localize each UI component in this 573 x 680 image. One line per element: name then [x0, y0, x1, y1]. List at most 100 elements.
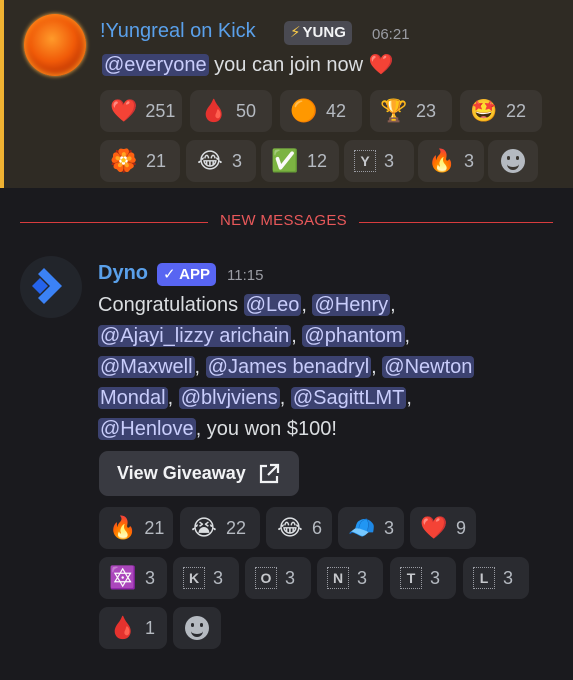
letter-t-icon: T — [400, 567, 422, 589]
reaction[interactable]: Y3 — [344, 140, 414, 182]
add-reaction-button[interactable] — [173, 607, 221, 649]
mention[interactable]: @Henlove — [98, 418, 196, 440]
orange-circle-icon: 🟠 — [290, 98, 318, 123]
mention[interactable]: @Maxwell — [98, 356, 195, 378]
reaction-count: 22 — [506, 100, 527, 121]
reaction-count: 251 — [145, 100, 176, 121]
server-tag[interactable]: ⚡ YUNG — [284, 21, 352, 45]
reaction[interactable]: T3 — [390, 557, 456, 599]
crying-face-icon: 😭 — [191, 515, 217, 540]
trophy-icon: 🏆 — [380, 98, 408, 123]
reaction-count: 3 — [383, 517, 394, 538]
separator: , — [194, 356, 206, 378]
reaction-count: 22 — [226, 517, 247, 538]
mention[interactable]: @James benadryl — [205, 356, 372, 378]
check-mark-icon: ✅ — [271, 148, 299, 173]
mention[interactable]: @Ajayi_lizzy arichain — [98, 325, 292, 347]
mention[interactable]: @Henry — [312, 294, 391, 316]
reaction-count: 3 — [145, 567, 156, 588]
reaction[interactable]: 🔥 3 — [418, 140, 484, 182]
add-reaction-button[interactable] — [488, 140, 538, 182]
separator: , — [406, 387, 412, 409]
mention[interactable]: @blvjviens — [178, 387, 280, 409]
separator: , — [291, 325, 303, 347]
starstruck-face-icon: 🤩 — [470, 98, 498, 123]
message-content: @everyone you can join now ❤️ — [102, 52, 394, 77]
mention[interactable]: @everyone — [102, 54, 209, 76]
reaction[interactable]: 😂 6 — [266, 507, 332, 549]
reaction[interactable]: 🩸 1 — [99, 607, 167, 649]
mention[interactable]: @phantom — [302, 325, 405, 347]
reaction-count: 42 — [326, 100, 347, 121]
reaction-count: 21 — [144, 517, 165, 538]
reaction[interactable]: 🩸 50 — [190, 90, 272, 132]
reaction[interactable]: 🏆 23 — [370, 90, 452, 132]
orange-badge-icon: 🏵️ — [110, 148, 138, 173]
reaction-count: 3 — [503, 567, 514, 588]
reaction-count: 23 — [416, 100, 437, 121]
heart-icon: ❤️ — [420, 515, 448, 540]
mention[interactable]: Mondal — [98, 387, 168, 409]
view-giveaway-button[interactable]: View Giveaway — [99, 451, 299, 496]
app-tag: ✓ APP — [157, 263, 217, 286]
laughing-face-icon: 😂 — [197, 148, 223, 173]
separator: , — [301, 294, 313, 316]
author-name[interactable]: !Yungreal on Kick — [100, 20, 256, 43]
heart-icon: ❤️ — [368, 54, 394, 76]
reaction[interactable]: L3 — [463, 557, 529, 599]
reaction[interactable]: 😭 22 — [180, 507, 260, 549]
external-link-icon — [259, 463, 279, 483]
separator: , — [167, 387, 179, 409]
reaction-count: 6 — [311, 517, 322, 538]
reaction-count: 3 — [285, 567, 296, 588]
reaction[interactable]: ✅ 12 — [261, 140, 339, 182]
avatar[interactable] — [24, 14, 86, 76]
reaction[interactable]: K3 — [173, 557, 239, 599]
reaction[interactable]: 🤩 22 — [460, 90, 542, 132]
timestamp: 11:15 — [227, 267, 264, 284]
separator: , — [404, 325, 411, 347]
reaction-count: 9 — [455, 517, 466, 538]
reaction[interactable]: 🔥 21 — [99, 507, 173, 549]
reaction[interactable]: ❤️ 251 — [100, 90, 182, 132]
timestamp: 06:21 — [372, 26, 410, 43]
reaction[interactable]: ❤️ 9 — [410, 507, 476, 549]
server-tag-label: YUNG — [302, 24, 346, 41]
reaction[interactable]: 🟠 42 — [280, 90, 362, 132]
reaction-count: 50 — [236, 100, 257, 121]
author-name[interactable]: Dyno — [98, 262, 148, 285]
reaction[interactable]: 😂 3 — [186, 140, 256, 182]
mention[interactable]: @Leo — [243, 294, 302, 316]
reaction-count: 3 — [463, 150, 474, 171]
dyno-avatar[interactable] — [20, 256, 82, 318]
new-messages-label: NEW MESSAGES — [208, 212, 359, 229]
reaction[interactable]: 🏵️ 21 — [100, 140, 180, 182]
heart-icon: ❤️ — [110, 98, 138, 123]
message-text: Congratulations — [98, 294, 239, 316]
letter-l-icon: L — [473, 567, 495, 589]
reaction-count: 3 — [357, 567, 368, 588]
laughing-face-icon: 😂 — [277, 515, 303, 540]
separator: , — [390, 294, 396, 316]
fire-icon: 🔥 — [109, 515, 137, 540]
fire-icon: 🔥 — [428, 148, 456, 173]
reaction-count: 1 — [145, 617, 156, 638]
reaction[interactable]: 🧢 3 — [338, 507, 404, 549]
smiley-icon — [501, 149, 525, 173]
mention[interactable]: @SagittLMT — [290, 387, 407, 409]
reaction[interactable]: N3 — [317, 557, 383, 599]
reaction-count: 12 — [307, 150, 328, 171]
pink-item-icon: 🩸 — [109, 615, 137, 640]
smiley-icon — [185, 616, 209, 640]
reaction[interactable]: 🔯 3 — [99, 557, 167, 599]
view-giveaway-label: View Giveaway — [117, 463, 246, 483]
mention[interactable]: @Newton — [382, 356, 475, 378]
lightning-bolt-icon: ⚡ — [290, 24, 301, 41]
reaction-count: 21 — [146, 150, 167, 171]
pink-item-icon: 🩸 — [200, 98, 228, 123]
reaction-count: 3 — [384, 150, 395, 171]
reaction[interactable]: O3 — [245, 557, 311, 599]
reaction-count: 3 — [232, 150, 243, 171]
dyno-logo-icon — [32, 268, 62, 304]
letter-o-icon: O — [255, 567, 277, 589]
